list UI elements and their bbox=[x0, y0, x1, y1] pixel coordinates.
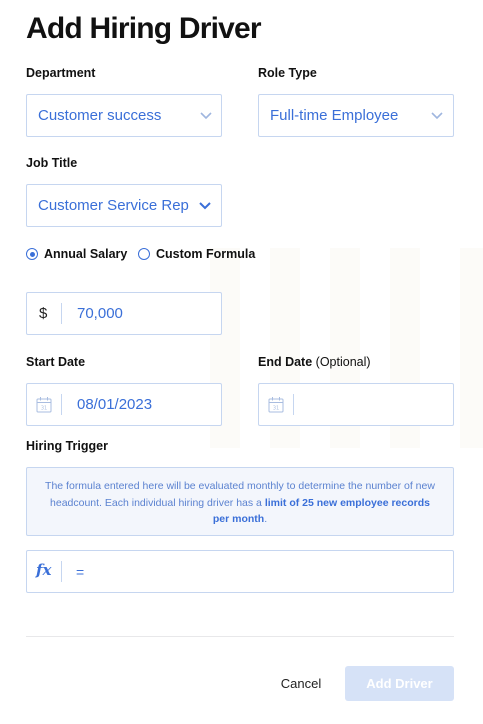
hiring-trigger-label: Hiring Trigger bbox=[26, 439, 108, 453]
job-title-value: Customer Service Rep bbox=[38, 197, 189, 214]
radio-custom-formula-label: Custom Formula bbox=[156, 247, 256, 261]
role-type-value: Full-time Employee bbox=[270, 107, 399, 124]
start-date-label: Start Date bbox=[26, 355, 86, 369]
department-select[interactable]: Customer success bbox=[26, 94, 222, 137]
start-date-field[interactable]: 31 08/01/2023 bbox=[26, 383, 222, 426]
footer-divider bbox=[26, 636, 454, 637]
role-type-select[interactable]: Full-time Employee bbox=[258, 94, 454, 137]
field-separator bbox=[293, 394, 294, 415]
department-value: Customer success bbox=[38, 107, 162, 124]
svg-text:31: 31 bbox=[41, 406, 47, 412]
formula-input[interactable]: fx = bbox=[26, 550, 454, 593]
calendar-icon: 31 bbox=[36, 397, 52, 413]
salary-value: 70,000 bbox=[77, 305, 123, 322]
calendar-icon: 31 bbox=[268, 397, 284, 413]
radio-annual-salary[interactable]: Annual Salary bbox=[26, 247, 127, 261]
end-date-label-text: End Date bbox=[258, 355, 313, 369]
chevron-down-icon bbox=[200, 112, 212, 120]
end-date-field[interactable]: 31 bbox=[258, 383, 454, 426]
radio-custom-formula[interactable]: Custom Formula bbox=[138, 247, 255, 261]
formula-value: = bbox=[76, 564, 85, 580]
radio-annual-salary-label: Annual Salary bbox=[44, 247, 128, 261]
currency-symbol: $ bbox=[39, 305, 48, 322]
chevron-down-icon bbox=[431, 112, 443, 120]
svg-text:31: 31 bbox=[273, 406, 279, 412]
cancel-button[interactable]: Cancel bbox=[270, 672, 332, 696]
role-type-label: Role Type bbox=[258, 66, 317, 80]
chevron-down-icon bbox=[199, 202, 211, 210]
salary-input[interactable]: $ 70,000 bbox=[26, 292, 222, 335]
add-driver-button[interactable]: Add Driver bbox=[345, 666, 454, 701]
field-separator bbox=[61, 303, 62, 324]
fx-icon: fx bbox=[36, 561, 52, 579]
radio-selected-icon bbox=[26, 248, 38, 260]
info-period: . bbox=[264, 513, 268, 525]
job-title-label: Job Title bbox=[26, 156, 78, 170]
job-title-select[interactable]: Customer Service Rep bbox=[26, 184, 222, 227]
hiring-trigger-info: The formula entered here will be evaluat… bbox=[26, 467, 454, 536]
start-date-value: 08/01/2023 bbox=[77, 396, 153, 413]
end-date-optional: (Optional) bbox=[315, 355, 371, 369]
radio-unselected-icon bbox=[138, 248, 150, 260]
end-date-label: End Date (Optional) bbox=[258, 355, 371, 369]
page-title: Add Hiring Driver bbox=[26, 12, 262, 45]
department-label: Department bbox=[26, 66, 96, 80]
field-separator bbox=[61, 561, 62, 582]
field-separator bbox=[61, 394, 62, 415]
